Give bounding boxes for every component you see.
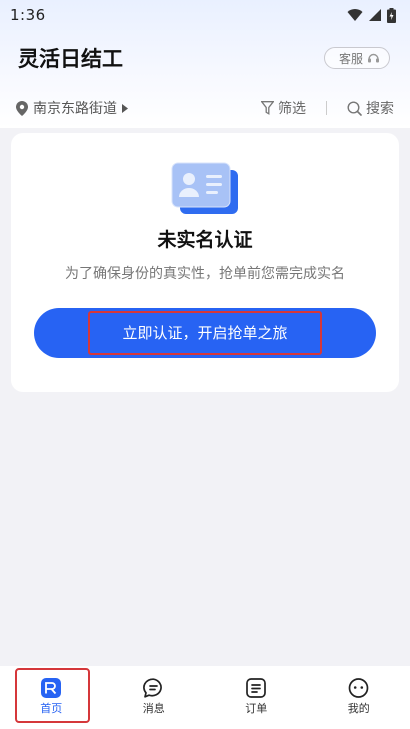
verify-title: 未实名认证 (157, 229, 253, 251)
filter-button[interactable]: 筛选 (261, 98, 306, 118)
status-bar: 1:36 (0, 0, 410, 30)
tab-orders-label: 订单 (245, 702, 268, 715)
wifi-icon (347, 9, 363, 21)
search-label: 搜索 (366, 101, 394, 117)
filter-divider (326, 101, 327, 115)
app-title: 灵活日结工 (18, 47, 123, 71)
filter-row: 南京东路街道 筛选 搜索 (0, 94, 410, 122)
tab-messages-label: 消息 (142, 702, 165, 715)
customer-service-label: 客服 (338, 51, 363, 66)
message-icon (143, 678, 163, 698)
id-card-icon (171, 162, 238, 214)
battery-icon (387, 7, 396, 23)
customer-service-button[interactable]: 客服 (323, 47, 390, 69)
profile-icon (348, 678, 369, 698)
verification-card: 未实名认证 为了确保身份的真实性，抢单前您需完成实名 立即认证，开启抢单之旅 (11, 133, 399, 392)
verify-button-label: 立即认证，开启抢单之旅 (88, 311, 322, 355)
location-pin-icon (16, 100, 28, 116)
status-icons (347, 7, 396, 23)
verify-button[interactable]: 立即认证，开启抢单之旅 (34, 308, 376, 358)
location-label: 南京东路街道 (33, 101, 117, 117)
headset-icon (368, 53, 379, 62)
caret-right-icon (122, 103, 128, 113)
tab-home-label: 首页 (40, 702, 63, 715)
search-button[interactable]: 搜索 (347, 98, 394, 118)
tab-home[interactable]: 首页 (0, 666, 103, 729)
search-icon (347, 100, 362, 116)
order-icon (246, 678, 267, 698)
tab-orders[interactable]: 订单 (205, 666, 308, 729)
header: 灵活日结工 客服 (0, 40, 410, 76)
filter-actions: 筛选 搜索 (261, 98, 394, 118)
tab-profile[interactable]: 我的 (308, 666, 410, 729)
bottom-tab-bar: 首页 消息 订单 我的 (0, 666, 410, 729)
status-time: 1:36 (10, 6, 46, 24)
location-selector[interactable]: 南京东路街道 (16, 98, 128, 118)
tab-messages[interactable]: 消息 (103, 666, 206, 729)
verify-description: 为了确保身份的真实性，抢单前您需完成实名 (65, 266, 345, 282)
home-icon (41, 678, 62, 698)
filter-icon (261, 101, 274, 115)
signal-icon (369, 9, 381, 21)
tab-profile-label: 我的 (347, 702, 370, 715)
filter-label: 筛选 (278, 101, 306, 117)
